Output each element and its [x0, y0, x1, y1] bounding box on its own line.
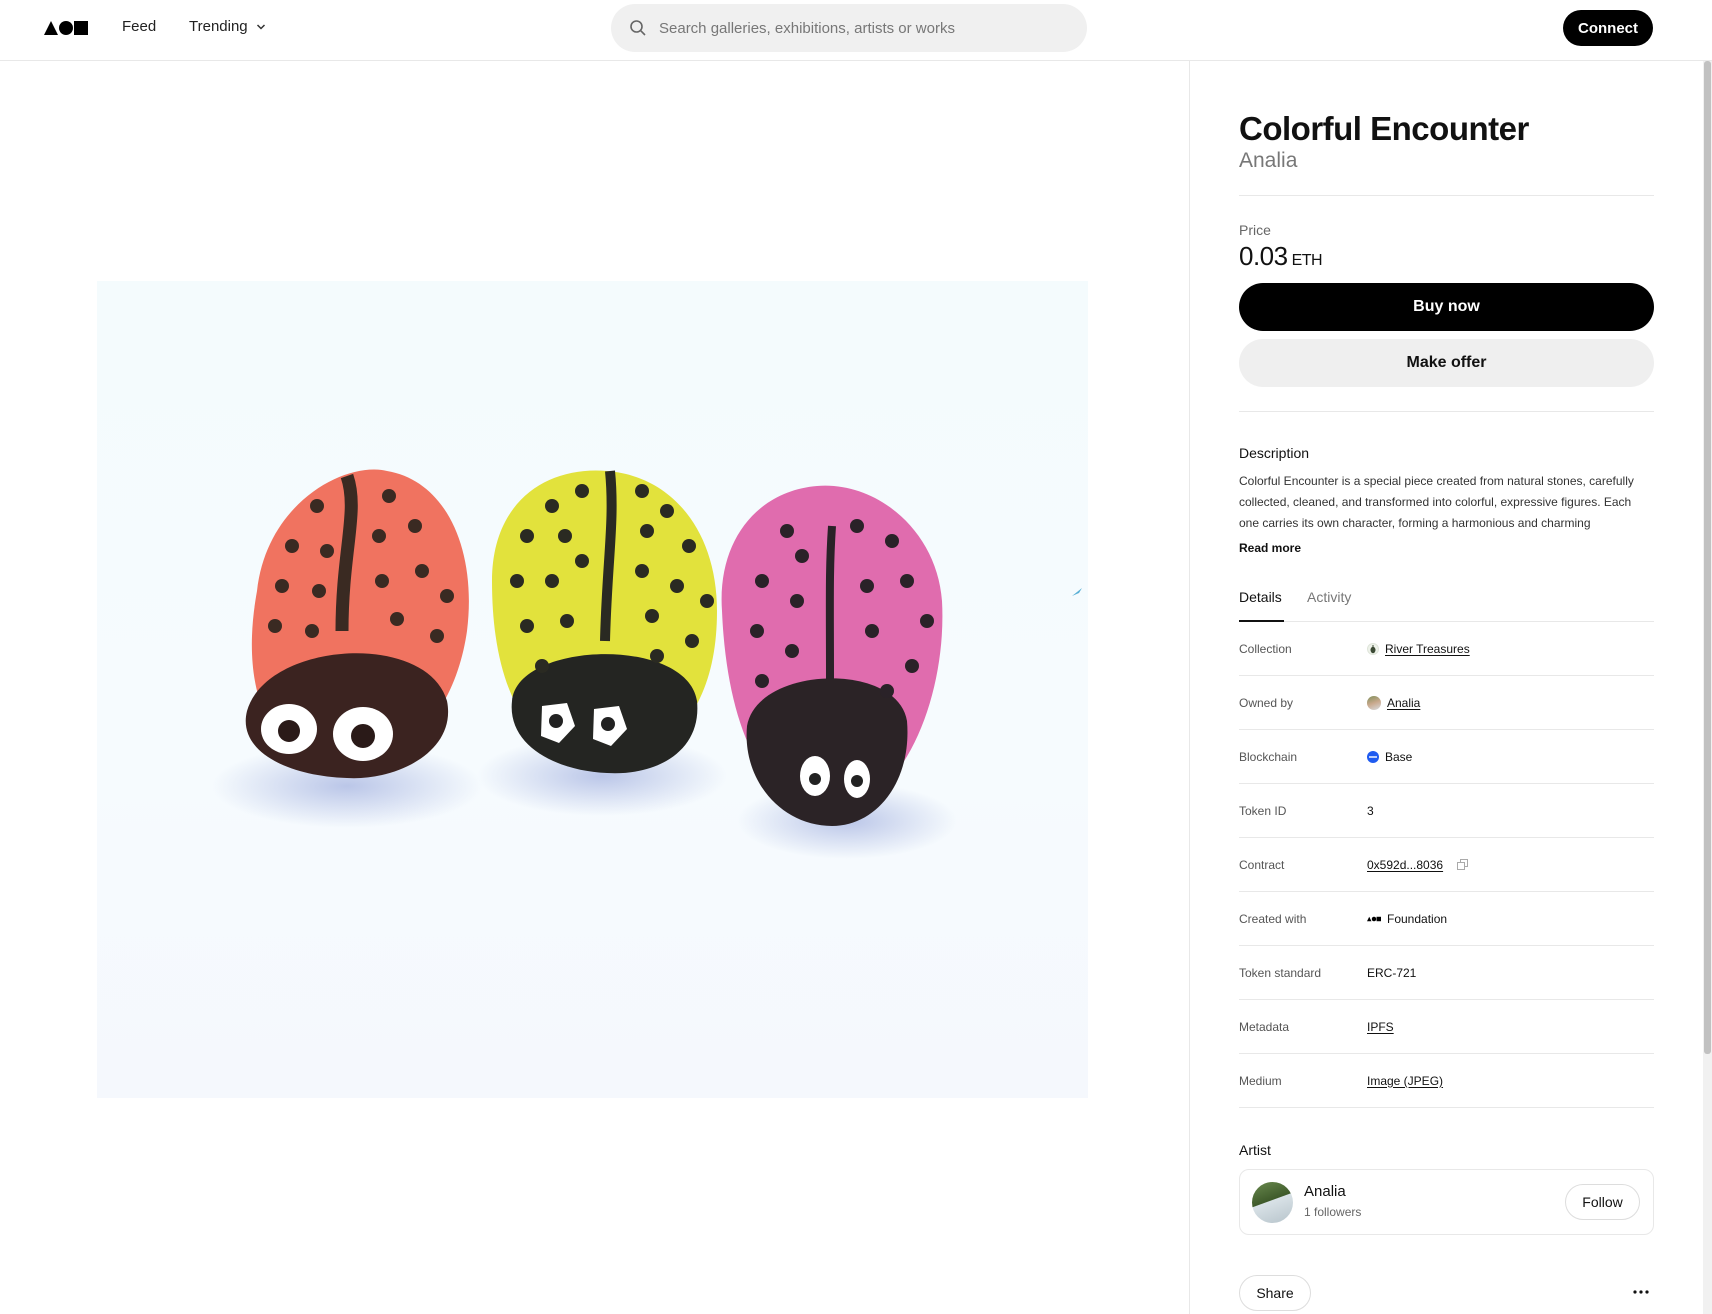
owner-link[interactable]: Analia [1387, 696, 1420, 710]
ellipsis-icon [1633, 1290, 1649, 1294]
artist-card[interactable]: Analia 1 followers Follow [1239, 1169, 1654, 1235]
divider [1239, 411, 1654, 412]
detail-row-created-with: Created with Foundation [1239, 892, 1654, 946]
connect-button[interactable]: Connect [1563, 10, 1653, 46]
detail-row-owner: Owned by Analia [1239, 676, 1654, 730]
detail-label: Contract [1239, 857, 1285, 872]
detail-label: Collection [1239, 641, 1292, 656]
artist-section-heading: Artist [1239, 1142, 1271, 1158]
buy-now-button[interactable]: Buy now [1239, 283, 1654, 331]
base-chain-icon [1367, 750, 1379, 763]
artist-name[interactable]: Analia [1304, 1183, 1346, 1200]
nav-feed-link[interactable]: Feed [122, 18, 156, 35]
artwork-image[interactable] [97, 281, 1088, 1098]
top-header: Feed Trending Connect [0, 0, 1712, 61]
search-icon [630, 20, 646, 36]
search-bar[interactable] [611, 4, 1087, 52]
more-options-button[interactable] [1628, 1279, 1654, 1305]
page-scrollbar[interactable] [1703, 61, 1712, 1314]
yellow-ladybug-stone [492, 470, 717, 774]
chevron-down-icon [256, 23, 265, 30]
scrollbar-thumb[interactable] [1704, 61, 1711, 1054]
detail-label: Medium [1239, 1073, 1282, 1088]
token-standard-value: ERC-721 [1367, 965, 1417, 980]
description-heading: Description [1239, 445, 1310, 461]
pink-ladybug-stone [721, 485, 943, 826]
detail-row-blockchain: Blockchain Base [1239, 730, 1654, 784]
detail-label: Token standard [1239, 965, 1322, 980]
nav-trending-dropdown[interactable]: Trending [189, 18, 266, 35]
search-input[interactable] [659, 19, 1059, 37]
detail-row-medium: Medium Image (JPEG) [1239, 1054, 1654, 1108]
collection-link[interactable]: River Treasures [1385, 642, 1470, 656]
details-list: Collection River Treasures Owned by Anal… [1239, 622, 1654, 1108]
tab-details[interactable]: Details [1239, 589, 1282, 605]
ladybug-stones-illustration [212, 469, 1082, 859]
created-with-value: Foundation [1387, 911, 1448, 926]
price-amount: 0.03 [1239, 241, 1288, 271]
detail-row-collection: Collection River Treasures [1239, 622, 1654, 676]
artwork-viewer [0, 61, 1189, 1314]
tab-activity[interactable]: Activity [1307, 589, 1351, 605]
price-label: Price [1239, 222, 1271, 238]
copy-icon[interactable] [1457, 859, 1469, 870]
contract-link[interactable]: 0x592d...8036 [1367, 858, 1443, 872]
detail-label: Blockchain [1239, 749, 1298, 764]
divider [1239, 195, 1654, 196]
avatar [1252, 1182, 1293, 1223]
nav-trending-label: Trending [189, 18, 248, 35]
collection-thumb-icon [1367, 642, 1379, 655]
detail-label: Created with [1239, 911, 1307, 926]
token-id-value: 3 [1367, 803, 1374, 818]
detail-label: Owned by [1239, 695, 1294, 710]
metadata-link[interactable]: IPFS [1367, 1020, 1394, 1034]
artist-followers-count: 1 followers [1304, 1205, 1362, 1219]
detail-label: Token ID [1239, 803, 1287, 818]
foundation-logo-icon [1367, 916, 1381, 921]
price-value: 0.03 ETH [1239, 241, 1323, 272]
detail-row-contract: Contract 0x592d...8036 [1239, 838, 1654, 892]
make-offer-button[interactable]: Make offer [1239, 339, 1654, 387]
detail-row-token-id: Token ID 3 [1239, 784, 1654, 838]
read-more-link[interactable]: Read more [1239, 541, 1301, 555]
follow-button[interactable]: Follow [1565, 1184, 1640, 1220]
blockchain-value: Base [1385, 749, 1413, 764]
artwork-artist-link[interactable]: Analia [1239, 149, 1297, 173]
share-button[interactable]: Share [1239, 1275, 1311, 1311]
description-text: Colorful Encounter is a special piece cr… [1239, 474, 1634, 530]
detail-row-token-standard: Token standard ERC-721 [1239, 946, 1654, 1000]
medium-link[interactable]: Image (JPEG) [1367, 1074, 1443, 1088]
artwork-title: Colorful Encounter [1239, 110, 1529, 147]
owner-avatar-icon [1367, 695, 1381, 710]
detail-row-metadata: Metadata IPFS [1239, 1000, 1654, 1054]
red-ladybug-stone [245, 469, 469, 779]
price-unit: ETH [1291, 252, 1323, 269]
detail-label: Metadata [1239, 1019, 1290, 1034]
foundation-logo-icon[interactable] [44, 20, 88, 36]
artwork-details-panel: Colorful Encounter Analia Price 0.03 ETH … [1189, 61, 1712, 1314]
